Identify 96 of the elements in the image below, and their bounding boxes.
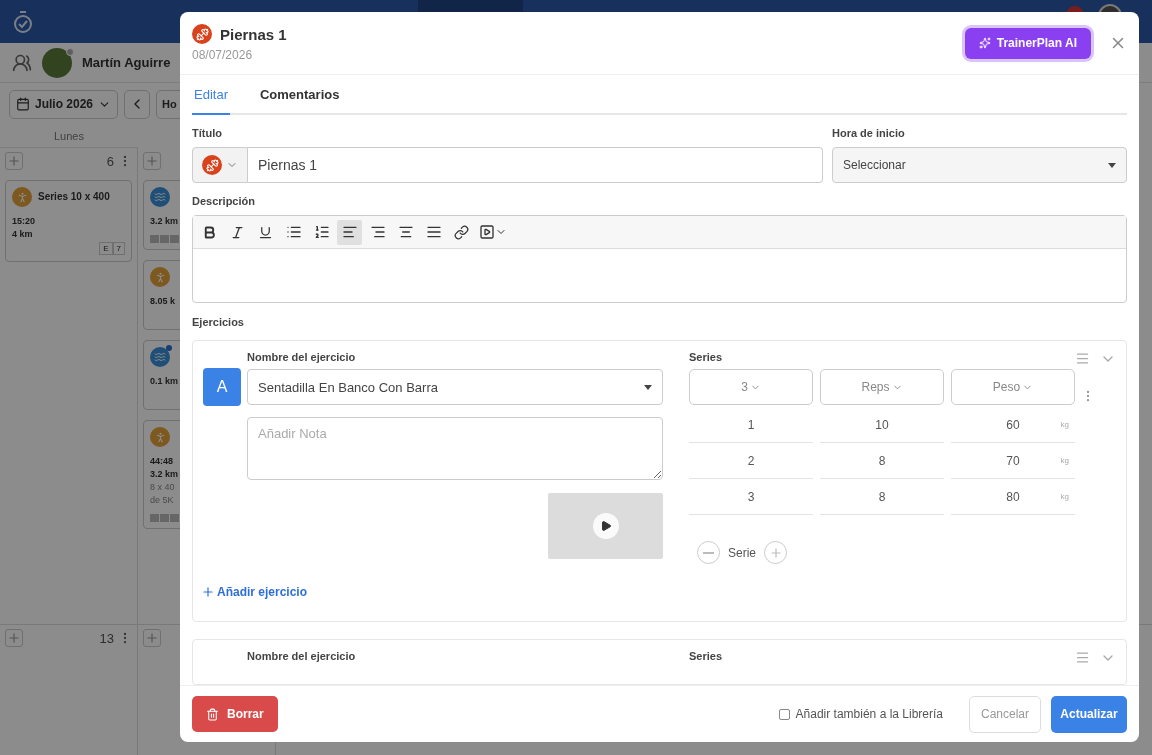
title-field[interactable]: Piernas 1: [248, 147, 823, 183]
unit-label: kg: [1060, 492, 1069, 501]
type-selector[interactable]: [192, 147, 248, 183]
workout-stat: 0.1 km: [150, 376, 179, 386]
field-label: Título: [192, 127, 223, 139]
plus-icon: [201, 585, 215, 599]
set-number: 2: [689, 443, 813, 479]
workout-note: de 5K: [150, 495, 174, 505]
exercise-letter: A: [203, 368, 241, 406]
workout-stat: 3.2 km: [150, 469, 179, 479]
day-number: 13: [99, 630, 114, 646]
weight-cell[interactable]: 60 kg: [951, 407, 1075, 443]
weight-cell[interactable]: 80 kg: [951, 479, 1075, 515]
section-label: Ejercicios: [192, 315, 245, 328]
status-dot: [66, 47, 74, 56]
field-label: Nombre del ejercicio: [247, 351, 357, 363]
field-label: Series: [689, 351, 724, 363]
exercise-select[interactable]: Sentadilla En Banco Con Barra: [247, 369, 663, 405]
workout-tag: E: [99, 242, 113, 255]
drag-icon[interactable]: [1075, 351, 1090, 366]
user-name: Martín Aguirre: [82, 55, 171, 70]
minus-icon: [703, 551, 714, 554]
dumbbell-icon: [192, 24, 212, 44]
set-number: 1: [689, 407, 813, 443]
day-number: 6: [106, 153, 114, 169]
workout-stat: 3.2 km: [150, 216, 179, 226]
dialog-date: 08/07/2026: [192, 48, 254, 62]
ai-button[interactable]: TrainerPlan AI: [964, 27, 1091, 59]
set-label: Serie: [728, 545, 756, 560]
runner-icon: [150, 427, 170, 447]
unit-label: kg: [1060, 420, 1069, 429]
swimmer-icon: [150, 187, 170, 207]
avatar: [42, 47, 72, 78]
dialog-title: Piernas 1: [220, 25, 287, 43]
delete-button[interactable]: Borrar: [192, 696, 278, 732]
weight-value: 80: [1006, 489, 1020, 504]
tab[interactable]: Editar: [192, 75, 230, 115]
start-time-select[interactable]: Seleccionar: [832, 147, 1127, 183]
field-label: Nombre del ejercicio: [247, 650, 357, 662]
video-thumbnail[interactable]: [548, 493, 663, 559]
update-button[interactable]: Actualizar: [1051, 695, 1127, 733]
previous-button[interactable]: [124, 89, 151, 119]
unit-label: kg: [1060, 456, 1069, 465]
align-left-button[interactable]: [337, 220, 362, 245]
runner-icon: [12, 187, 32, 207]
cancel-button[interactable]: Cancelar: [969, 695, 1041, 733]
drag-icon[interactable]: [1075, 650, 1090, 665]
set-number: 3: [689, 479, 813, 515]
reps-cell[interactable]: 8: [820, 479, 944, 515]
underline-icon: [258, 225, 273, 240]
workout-card[interactable]: Series 10 x 400 15:20 4 km E 7: [5, 180, 132, 262]
checkbox[interactable]: [778, 708, 790, 720]
minus-button[interactable]: [697, 541, 720, 564]
column-select[interactable]: Reps: [820, 369, 944, 405]
weekday-header: Lunes: [0, 125, 138, 148]
plus-icon: [768, 545, 783, 560]
checkbox-label: Añadir también a la Librería: [795, 707, 943, 721]
tab[interactable]: Comentarios: [257, 75, 342, 115]
reps-cell[interactable]: 8: [820, 443, 944, 479]
workout-stat: 4 km: [12, 229, 33, 239]
workout-title: Series 10 x 400: [38, 190, 110, 202]
play-button[interactable]: [592, 513, 619, 539]
field-label: Series: [689, 650, 724, 662]
plus-icon: [7, 631, 21, 645]
video-icon: [479, 224, 495, 241]
link-icon: [454, 225, 469, 240]
swimmer-icon: [150, 347, 170, 367]
numbered-list-icon: [313, 224, 330, 241]
add-exercise-link[interactable]: Añadir ejercicio: [201, 585, 308, 599]
italic-icon: [230, 225, 245, 240]
field-label: Descripción: [192, 195, 256, 208]
workout-tag: 7: [112, 242, 125, 255]
plus-icon: [7, 154, 21, 168]
month-picker[interactable]: Julio 2026: [9, 89, 119, 119]
sparkle-icon: [978, 37, 991, 49]
column-select[interactable]: Peso: [951, 369, 1075, 405]
workout-stat: 15:20: [12, 216, 36, 226]
reps-cell[interactable]: 10: [820, 407, 944, 443]
trash-icon: [206, 707, 219, 721]
plus-icon: [145, 631, 159, 645]
weight-value: 60: [1006, 417, 1020, 432]
runner-icon: [150, 267, 170, 287]
timer-check-icon[interactable]: [12, 9, 34, 34]
weight-cell[interactable]: 70 kg: [951, 443, 1075, 479]
weight-value: 70: [1006, 453, 1020, 468]
field-label: Hora de inicio: [832, 127, 906, 139]
users-list-icon[interactable]: [12, 52, 32, 73]
column-select[interactable]: 3: [689, 369, 813, 405]
workout-stat: 44:48: [150, 456, 174, 466]
bold-icon: [202, 225, 217, 240]
note-field[interactable]: Añadir Nota: [247, 417, 663, 480]
calendar-icon: [16, 97, 30, 111]
workout-stat: 8.05 k: [150, 296, 176, 306]
plus-icon: [145, 154, 159, 168]
play-icon: [599, 520, 612, 532]
dumbbell-icon: [202, 155, 222, 175]
